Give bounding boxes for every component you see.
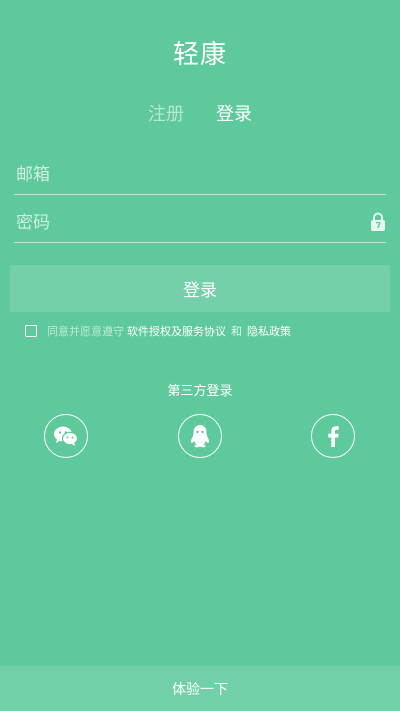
terms-link[interactable]: 软件授权及服务协议 [127,323,226,339]
wechat-icon [54,426,79,446]
agreement-row: 同意并愿意遵守 软件授权及服务协议 和 隐私政策 [25,323,294,339]
email-field-container [14,160,386,195]
wechat-login-button[interactable] [44,414,88,458]
try-it-button[interactable]: 体验一下 [0,666,400,711]
qq-icon [191,425,209,448]
lock-icon [370,212,386,232]
password-input[interactable] [14,208,346,238]
qq-login-button[interactable] [178,414,222,458]
facebook-icon [328,426,339,447]
auth-tabs: 注册 登录 [0,100,400,126]
privacy-link[interactable]: 隐私政策 [247,323,291,339]
agree-checkbox[interactable] [25,325,37,337]
tab-register[interactable]: 注册 [148,100,184,126]
email-input[interactable] [14,160,346,190]
tab-login[interactable]: 登录 [216,100,252,126]
facebook-login-button[interactable] [311,414,355,458]
agreement-prefix: 同意并愿意遵守 [47,325,124,338]
password-field-container [14,208,386,243]
app-title: 轻康 [172,40,227,70]
agreement-and: 和 [231,325,242,338]
login-button[interactable]: 登录 [10,265,390,312]
third-party-title: 第三方登录 [167,384,233,399]
